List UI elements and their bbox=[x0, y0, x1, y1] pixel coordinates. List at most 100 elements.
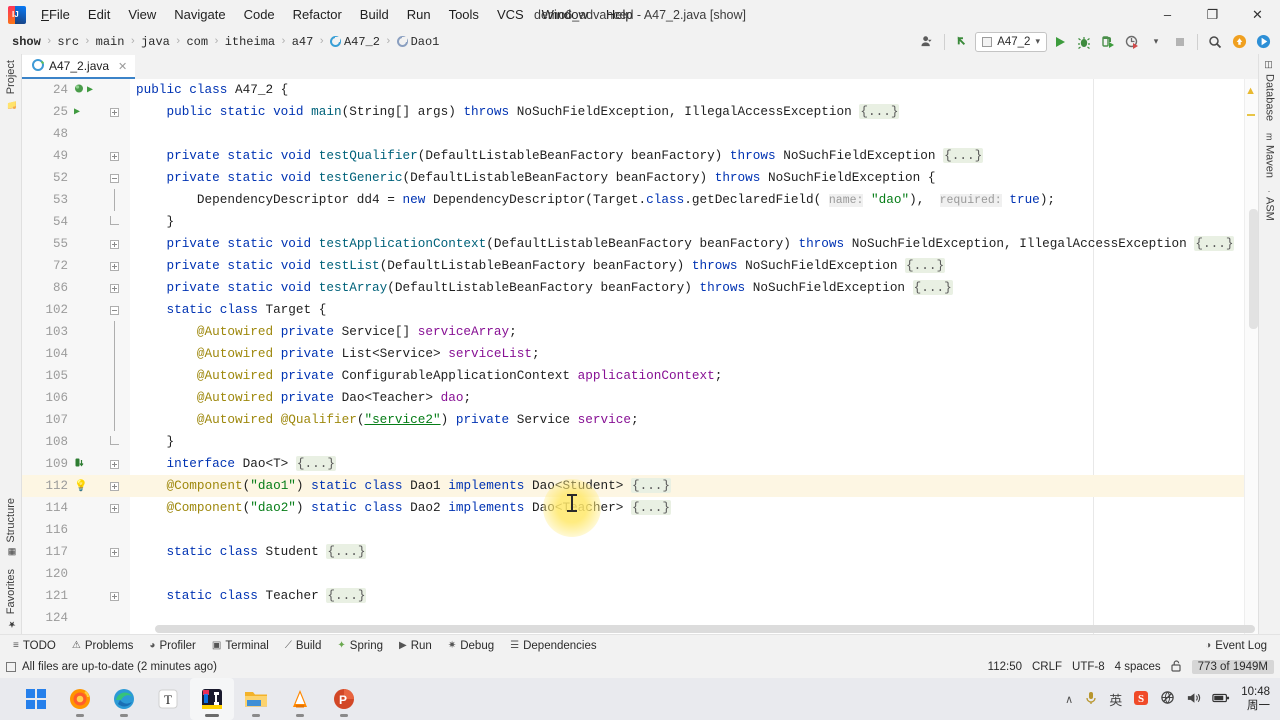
gutter-row[interactable]: 103 bbox=[22, 321, 130, 343]
code-line[interactable]: static class Teacher {...} bbox=[130, 585, 1244, 607]
fold-expand-icon[interactable] bbox=[109, 261, 119, 271]
fold-collapse-icon[interactable] bbox=[109, 173, 119, 183]
chevron-down-icon[interactable]: ▾ bbox=[1145, 31, 1167, 52]
fold-gutter[interactable] bbox=[102, 343, 126, 365]
code-line[interactable]: @Autowired @Qualifier("service2") privat… bbox=[130, 409, 1244, 431]
gutter-row[interactable]: 105 bbox=[22, 365, 130, 387]
breadcrumb-item-src[interactable]: src bbox=[53, 34, 83, 50]
code-line[interactable]: public static void main(String[] args) t… bbox=[130, 101, 1244, 123]
breadcrumb-item-com[interactable]: com bbox=[182, 34, 212, 50]
editor-horizontal-scrollbar-track[interactable] bbox=[130, 625, 1255, 634]
update-project-icon[interactable] bbox=[951, 31, 973, 52]
maximize-button[interactable]: ❐ bbox=[1190, 0, 1235, 29]
sidebar-item-asm[interactable]: · ASM bbox=[1261, 184, 1279, 227]
sidebar-item-database[interactable]: ◫ Database bbox=[1261, 54, 1279, 127]
tool-window-profiler[interactable]: ◕ Profiler bbox=[142, 638, 202, 654]
fold-expand-icon[interactable] bbox=[109, 151, 119, 161]
fold-gutter[interactable] bbox=[102, 503, 126, 513]
implemented-by-gutter-icon[interactable] bbox=[74, 457, 85, 472]
code-line[interactable]: static class Target { bbox=[130, 299, 1244, 321]
profiler-button[interactable] bbox=[1121, 31, 1143, 52]
menu-vcs[interactable]: VCS bbox=[488, 4, 533, 25]
gutter-row[interactable]: 114 bbox=[22, 497, 130, 519]
fold-gutter[interactable] bbox=[102, 151, 126, 161]
taskbar-app-vlc[interactable] bbox=[278, 678, 322, 720]
menu-build[interactable]: Build bbox=[351, 4, 398, 25]
event-log-button[interactable]: ◑ Event Log bbox=[1198, 638, 1274, 654]
code-line[interactable]: private static void testApplicationConte… bbox=[130, 233, 1244, 255]
code-line[interactable]: DependencyDescriptor dd4 = new Dependenc… bbox=[130, 189, 1244, 211]
fold-gutter[interactable] bbox=[102, 365, 126, 387]
fold-gutter[interactable] bbox=[102, 547, 126, 557]
code-line[interactable]: public class A47_2 { bbox=[130, 79, 1244, 101]
fold-expand-icon[interactable] bbox=[109, 239, 119, 249]
fold-gutter[interactable] bbox=[102, 305, 126, 315]
editor-gutter[interactable]: 24 ▶ 25 ▶ 48 49 52 53 54 55 72 86 102 103 104 105 106 107… bbox=[22, 79, 130, 634]
search-everywhere-icon[interactable] bbox=[1204, 31, 1226, 52]
start-button[interactable] bbox=[14, 678, 58, 720]
editor-tab-a47-2-java[interactable]: A47_2.java ✕ bbox=[22, 55, 136, 79]
gutter-row[interactable]: 55 bbox=[22, 233, 130, 255]
class-run-gutter-icon[interactable] bbox=[74, 83, 85, 98]
code-line[interactable]: @Component("dao1") static class Dao1 imp… bbox=[130, 475, 1244, 497]
debug-button[interactable] bbox=[1073, 31, 1095, 52]
gutter-row[interactable]: 120 bbox=[22, 563, 130, 585]
indent-setting[interactable]: 4 spaces bbox=[1115, 661, 1161, 673]
code-line[interactable]: } bbox=[130, 431, 1244, 453]
code-line[interactable]: @Component("dao2") static class Dao2 imp… bbox=[130, 497, 1244, 519]
run-button[interactable] bbox=[1049, 31, 1071, 52]
fold-gutter[interactable] bbox=[102, 459, 126, 469]
gutter-row[interactable]: 104 bbox=[22, 343, 130, 365]
fold-gutter[interactable] bbox=[102, 409, 126, 431]
code-line[interactable] bbox=[130, 563, 1244, 585]
close-button[interactable]: ✕ bbox=[1235, 0, 1280, 29]
memory-indicator[interactable]: 773 of 1949M bbox=[1191, 660, 1274, 674]
code-line[interactable]: private static void testQualifier(Defaul… bbox=[130, 145, 1244, 167]
code-line[interactable]: interface Dao<T> {...} bbox=[130, 453, 1244, 475]
file-encoding[interactable]: UTF-8 bbox=[1072, 661, 1105, 673]
menu-window[interactable]: Window bbox=[533, 4, 597, 25]
menu-view[interactable]: View bbox=[119, 4, 165, 25]
breadcrumb-item-java[interactable]: java bbox=[137, 34, 174, 50]
gutter-row[interactable]: 107 bbox=[22, 409, 130, 431]
tool-window-run[interactable]: ▶ Run bbox=[392, 638, 439, 654]
editor-vertical-scrollbar[interactable] bbox=[1249, 209, 1258, 329]
run-configuration-selector[interactable]: A47_2 ▾ bbox=[975, 31, 1047, 52]
tool-window-spring[interactable]: ✦ Spring bbox=[330, 638, 390, 654]
menu-file[interactable]: FFileFile bbox=[32, 4, 79, 25]
notification-icon[interactable] bbox=[1228, 31, 1250, 52]
run-gutter-icon[interactable]: ▶ bbox=[87, 84, 93, 96]
menu-code[interactable]: Code bbox=[235, 4, 284, 25]
code-line[interactable]: private static void testGeneric(DefaultL… bbox=[130, 167, 1244, 189]
code-line[interactable]: private static void testArray(DefaultLis… bbox=[130, 277, 1244, 299]
warning-marker-icon[interactable]: ▲ bbox=[1245, 85, 1256, 97]
fold-expand-icon[interactable] bbox=[109, 591, 119, 601]
breadcrumb-item-show[interactable]: show bbox=[8, 34, 45, 50]
breadcrumb-item-itheima[interactable]: itheima bbox=[221, 34, 279, 50]
fold-gutter[interactable] bbox=[102, 189, 126, 211]
gutter-row[interactable]: 108 bbox=[22, 431, 130, 453]
gutter-row[interactable]: 24 ▶ bbox=[22, 79, 130, 101]
tool-window-todo[interactable]: ≡ TODO bbox=[6, 638, 63, 654]
fold-expand-icon[interactable] bbox=[109, 283, 119, 293]
next-step-icon[interactable] bbox=[1252, 31, 1274, 52]
menu-refactor[interactable]: Refactor bbox=[284, 4, 351, 25]
gutter-row[interactable]: 121 bbox=[22, 585, 130, 607]
fold-expand-icon[interactable] bbox=[109, 481, 119, 491]
gutter-row[interactable]: 106 bbox=[22, 387, 130, 409]
tool-window-problems[interactable]: ⚠ Problems bbox=[65, 638, 141, 654]
code-line[interactable]: @Autowired private Dao<Teacher> dao; bbox=[130, 387, 1244, 409]
gutter-row[interactable]: 109 bbox=[22, 453, 130, 475]
taskbar-app-typora[interactable]: T bbox=[146, 678, 190, 720]
taskbar-app-firefox[interactable] bbox=[58, 678, 102, 720]
gutter-row[interactable]: 49 bbox=[22, 145, 130, 167]
sidebar-item-structure[interactable]: ▦ Structure bbox=[2, 492, 20, 563]
sidebar-item-project[interactable]: 📁 Project bbox=[2, 54, 20, 115]
code-line[interactable] bbox=[130, 519, 1244, 541]
fold-collapse-icon[interactable] bbox=[109, 305, 119, 315]
unlocked-icon[interactable] bbox=[1171, 659, 1182, 675]
fold-expand-icon[interactable] bbox=[109, 503, 119, 513]
fold-gutter[interactable] bbox=[102, 481, 126, 491]
sidebar-item-favorites[interactable]: ★ Favorites bbox=[2, 563, 20, 634]
fold-gutter[interactable] bbox=[102, 283, 126, 293]
